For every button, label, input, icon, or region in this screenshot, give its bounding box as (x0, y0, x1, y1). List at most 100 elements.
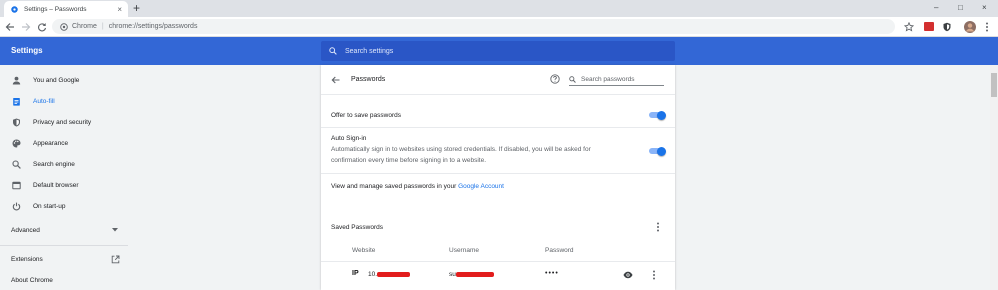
search-icon (329, 47, 337, 55)
auto-signin-description-2: confirmation every time before signing i… (331, 157, 486, 164)
saved-passwords-title: Saved Passwords (331, 224, 384, 231)
minimize-button[interactable]: – (934, 3, 938, 12)
sidebar-item-search-engine[interactable]: Search engine (0, 154, 128, 174)
new-tab-button[interactable]: + (133, 2, 140, 15)
offer-to-save-toggle[interactable] (649, 110, 666, 120)
google-account-link[interactable]: Google Account (458, 183, 504, 190)
power-icon (11, 201, 21, 211)
passwords-card: Passwords Search passwords Offer to save… (321, 65, 675, 290)
divider (321, 261, 675, 262)
page-scrollbar[interactable] (990, 65, 998, 290)
site-url-prefix: 10. (368, 271, 378, 278)
sidebar-item-you-and-google[interactable]: You and Google (0, 70, 128, 90)
back-arrow-icon[interactable] (3, 20, 17, 34)
more-actions-icon[interactable] (652, 270, 656, 280)
menu-kebab-icon[interactable] (980, 20, 993, 33)
search-passwords-placeholder: Search passwords (581, 76, 635, 83)
maximize-button[interactable]: □ (958, 3, 963, 12)
column-header-password: Password (545, 247, 574, 254)
passwords-page-title: Passwords (351, 76, 386, 83)
redaction-mark (455, 271, 494, 277)
username-prefix: su (449, 271, 456, 278)
forward-arrow-icon[interactable] (19, 20, 33, 34)
site-favicon: IP (352, 270, 359, 277)
sidebar-advanced[interactable]: Advanced (0, 220, 128, 240)
passwords-table-header: Website Username Password (321, 247, 675, 259)
sidebar-extensions[interactable]: Extensions (0, 249, 128, 269)
table-row[interactable]: IP 10. su •••• (321, 269, 675, 283)
sidebar-item-auto-fill[interactable]: Auto-fill (0, 91, 128, 111)
tab-close-icon[interactable]: × (117, 5, 122, 14)
column-header-website: Website (352, 247, 376, 254)
redaction-mark (377, 271, 411, 277)
sidebar-item-label: Privacy and security (33, 118, 92, 126)
close-window-button[interactable]: × (982, 3, 987, 12)
sidebar-item-label: Search engine (33, 160, 75, 168)
search-icon (11, 159, 21, 169)
column-header-username: Username (449, 247, 479, 254)
sidebar-divider (0, 245, 128, 246)
sidebar-extensions-label: Extensions (11, 255, 43, 263)
offer-to-save-label: Offer to save passwords (331, 112, 401, 119)
profile-avatar[interactable] (963, 20, 976, 33)
sidebar-item-on-start-up[interactable]: On start-up (0, 196, 128, 216)
password-mask: •••• (545, 270, 559, 277)
sidebar-item-privacy-and-security[interactable]: Privacy and security (0, 112, 128, 132)
divider (321, 127, 675, 128)
omnibox-chip: Chrome (72, 23, 97, 30)
site-url: 10. (368, 271, 411, 278)
settings-header: Settings Search settings (0, 37, 998, 65)
manage-passwords-text: View and manage saved passwords in your (331, 183, 457, 190)
saved-passwords-header: Saved Passwords (321, 222, 675, 236)
sidebar-about-label: About Chrome (11, 276, 53, 284)
help-icon[interactable] (550, 74, 560, 84)
sidebar-item-label: On start-up (33, 202, 66, 210)
browser-toolbar: Chrome | chrome://settings/passwords (0, 17, 998, 37)
settings-gear-icon (11, 5, 18, 13)
search-settings-placeholder: Search settings (345, 47, 394, 55)
browser-tab[interactable]: Settings – Passwords × (4, 1, 128, 17)
scrollbar-thumb[interactable] (991, 73, 997, 97)
auto-signin-row: Auto Sign-in Automatically sign in to we… (321, 133, 675, 169)
shield-icon (11, 117, 21, 127)
search-icon (569, 76, 576, 83)
more-actions-icon[interactable] (656, 222, 660, 232)
divider (321, 94, 675, 95)
settings-title: Settings (11, 46, 43, 55)
tab-strip: Settings – Passwords × + – □ × (0, 0, 998, 17)
sidebar-item-label: Auto-fill (33, 97, 55, 105)
clipboard-icon (11, 96, 21, 106)
address-bar[interactable]: Chrome | chrome://settings/passwords (52, 19, 895, 34)
auto-signin-toggle[interactable] (649, 146, 666, 156)
sidebar-item-label: Appearance (33, 139, 69, 147)
chevron-down-icon (112, 228, 118, 232)
divider (321, 173, 675, 174)
offer-to-save-row: Offer to save passwords (321, 104, 675, 127)
tab-title: Settings – Passwords (24, 5, 87, 13)
auto-signin-title: Auto Sign-in (331, 135, 367, 142)
sidebar-item-label: You and Google (33, 76, 80, 84)
auto-signin-description: Automatically sign in to websites using … (331, 146, 591, 153)
passwords-header: Passwords Search passwords (321, 73, 675, 87)
sidebar-item-default-browser[interactable]: Default browser (0, 175, 128, 195)
bookmark-star-icon[interactable] (902, 20, 915, 33)
username-value: su (449, 271, 494, 278)
extension-shield-icon[interactable] (940, 20, 953, 33)
settings-sidebar: You and Google Auto-fill Privacy and sec… (0, 65, 128, 290)
search-passwords-input[interactable]: Search passwords (569, 74, 664, 86)
manage-passwords-row: View and manage saved passwords in your … (321, 183, 675, 195)
omnibox-separator: | (101, 23, 104, 30)
back-arrow-icon[interactable] (331, 76, 340, 84)
extension-red-icon[interactable] (922, 20, 935, 33)
eye-icon[interactable] (623, 271, 633, 279)
search-settings-input[interactable]: Search settings (321, 41, 675, 61)
open-in-new-icon (111, 255, 120, 263)
sidebar-about-chrome[interactable]: About Chrome (0, 270, 128, 290)
browser-icon (11, 180, 21, 190)
sidebar-item-label: Default browser (33, 181, 79, 189)
omnibox-url: chrome://settings/passwords (108, 23, 198, 30)
person-icon (11, 75, 21, 85)
reload-icon[interactable] (35, 20, 49, 34)
chrome-page-icon (60, 22, 68, 31)
sidebar-item-appearance[interactable]: Appearance (0, 133, 128, 153)
